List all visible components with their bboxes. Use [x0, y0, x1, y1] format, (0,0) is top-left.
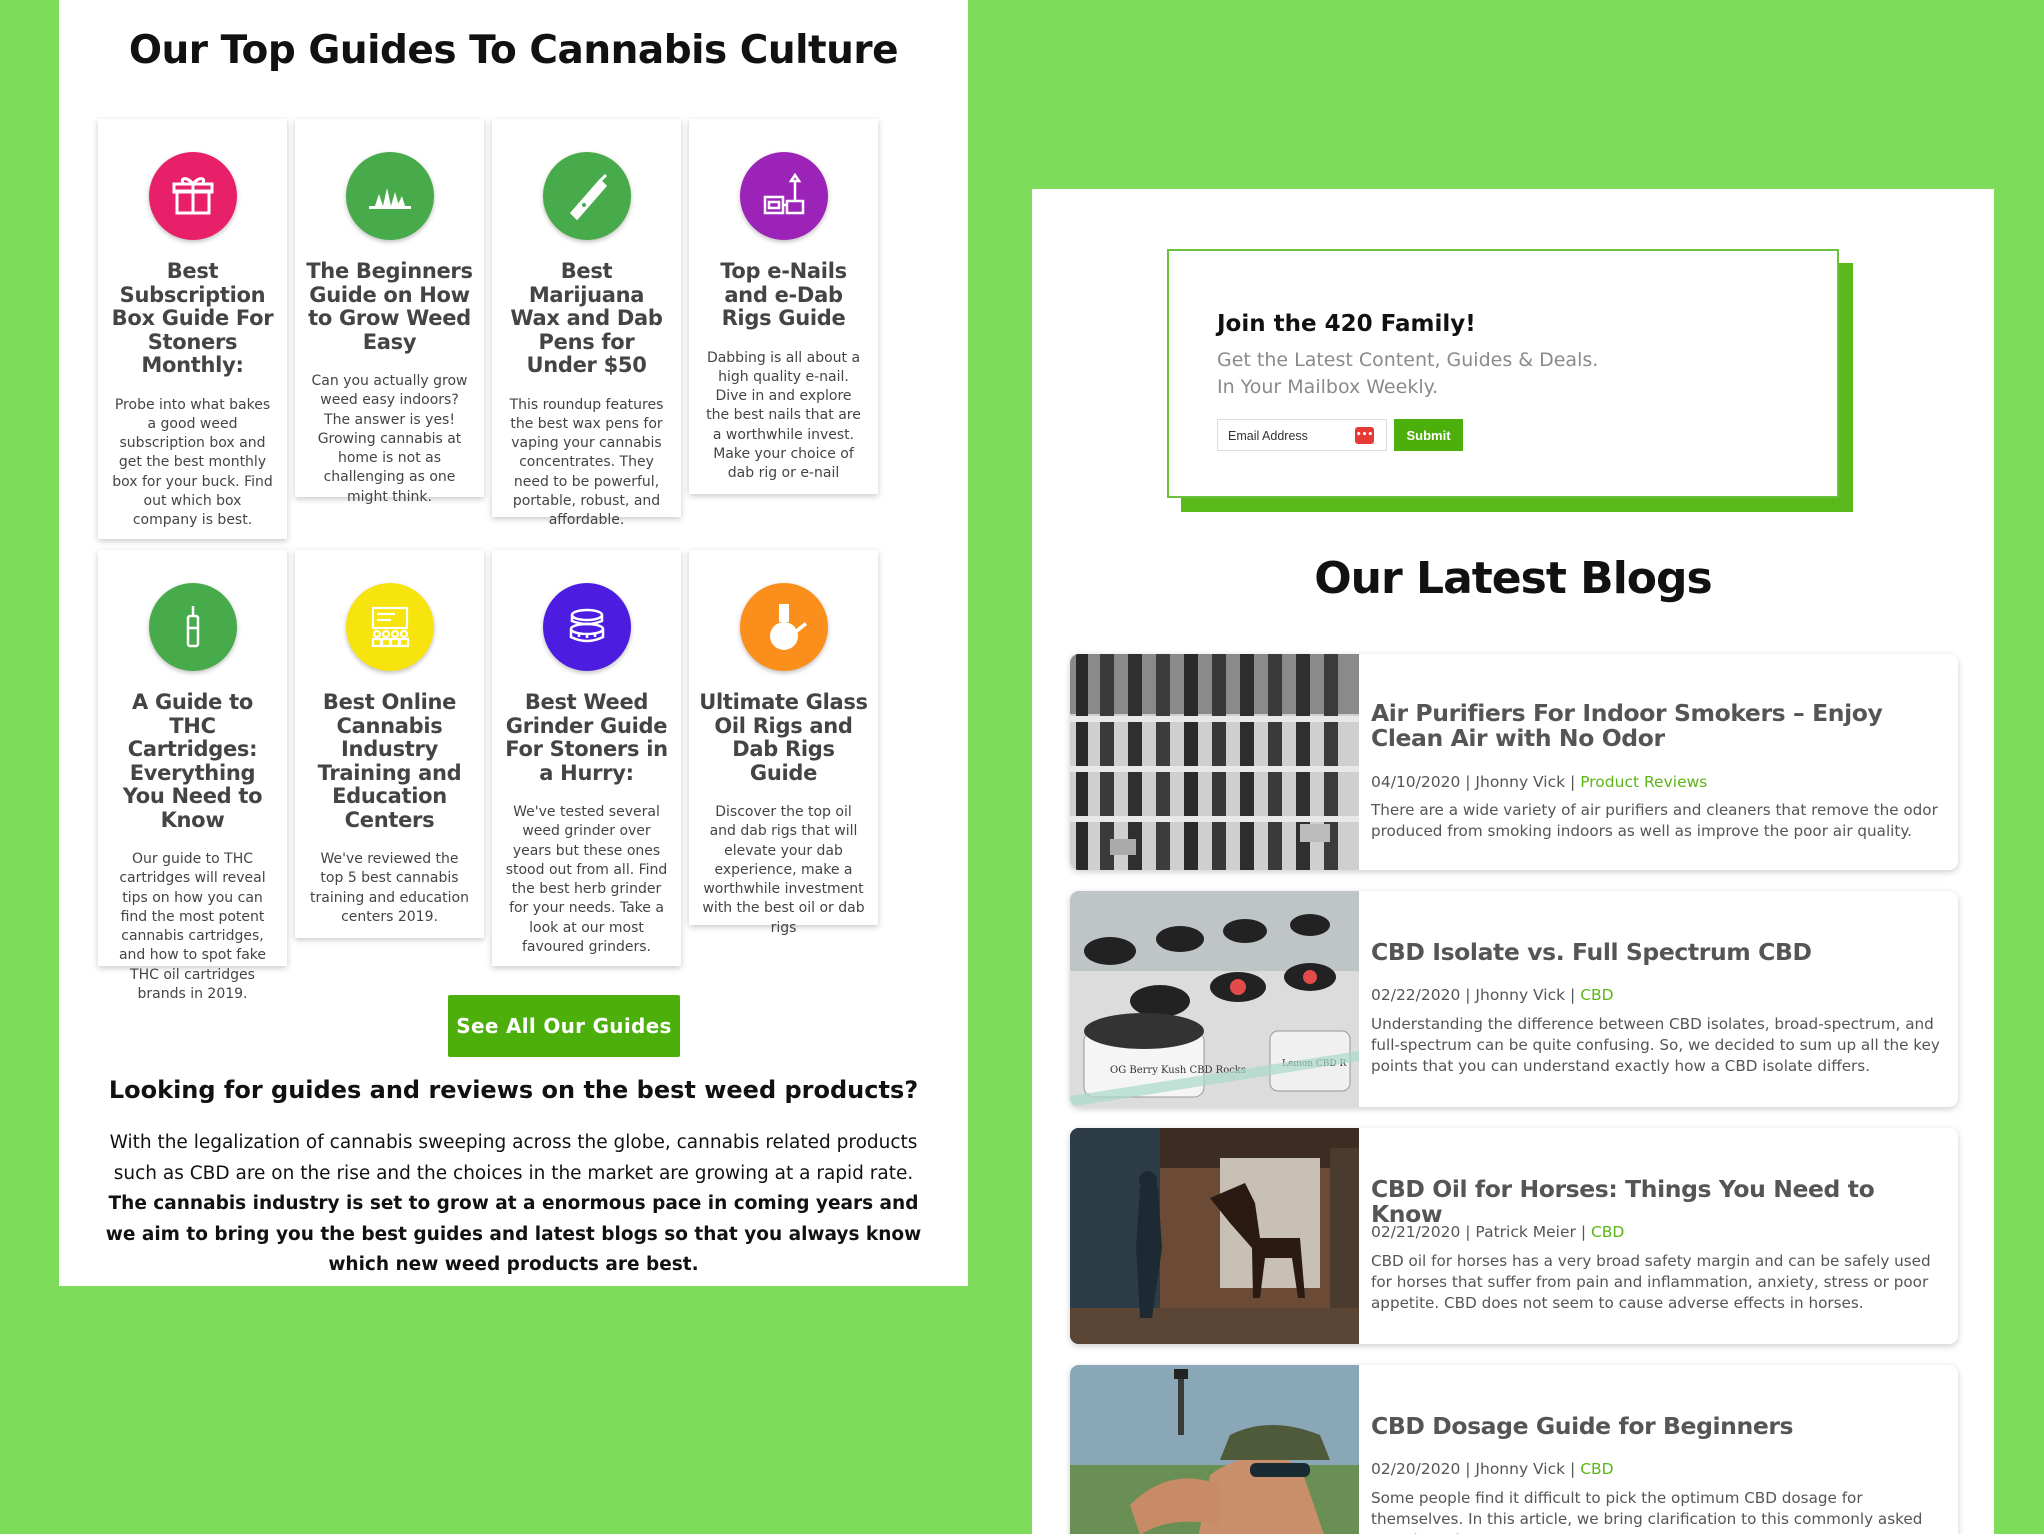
newsletter-box: Join the 420 Family! Get the Latest Cont…	[1167, 249, 1839, 498]
enail-rig-icon	[739, 152, 828, 240]
guide-card-desc: Probe into what bakes a good weed subscr…	[112, 396, 273, 529]
blog-date: 02/22/2020	[1371, 986, 1461, 1004]
guide-card-title: The Beginners Guide on How to Grow Weed …	[306, 259, 473, 354]
guide-card-grow-weed[interactable]: The Beginners Guide on How to Grow Weed …	[295, 119, 484, 505]
blog-category-link[interactable]: Product Reviews	[1580, 773, 1707, 791]
guide-card-desc: Our guide to THC cartridges will reveal …	[118, 851, 267, 1003]
guides-heading: Our Top Guides To Cannabis Culture	[128, 28, 899, 73]
guide-card-oil-rigs[interactable]: Ultimate Glass Oil Rigs and Dab Rigs Gui…	[689, 550, 878, 936]
building-facade-photo[interactable]	[1070, 654, 1359, 870]
blog-excerpt: Understanding the difference between CBD…	[1371, 1015, 1940, 1075]
newsletter-title: Join the 420 Family!	[1217, 311, 1476, 337]
cartridge-icon	[148, 583, 237, 671]
intro-paragraph-normal: With the legalization of cannabis sweepi…	[109, 1132, 918, 1184]
guide-card-desc: Can you actually grow weed easy indoors?…	[311, 373, 468, 505]
blog-title[interactable]: Air Purifiers For Indoor Smokers – Enjoy…	[1371, 701, 1946, 751]
blog-author[interactable]: Jhonny Vick	[1475, 986, 1565, 1004]
cbd-jars-photo[interactable]: OG Berry Kush CBD Rocks Lemon CBD R	[1070, 891, 1359, 1107]
vape-pen-icon	[542, 152, 631, 240]
guide-card-title: Best Online Cannabis Industry Training a…	[317, 690, 462, 832]
password-manager-icon[interactable]: •••	[1355, 427, 1374, 444]
guide-card-title: A Guide to THC Cartridges: Everything Yo…	[122, 690, 263, 832]
guide-card-desc: We've reviewed the top 5 best cannabis t…	[310, 851, 469, 925]
blog-card[interactable]: CBD Oil for Horses: Things You Need to K…	[1070, 1128, 1958, 1344]
blog-meta: 02/22/2020 | Jhonny Vick | CBD	[1371, 986, 1614, 1004]
guide-card-title: Best Subscription Box Guide For Stoners …	[111, 259, 274, 377]
blog-title[interactable]: CBD Isolate vs. Full Spectrum CBD	[1371, 940, 1946, 965]
blog-title[interactable]: CBD Oil for Horses: Things You Need to K…	[1371, 1177, 1946, 1227]
guide-card-dab-pens[interactable]: Best Marijuana Wax and Dab Pens for Unde…	[492, 119, 681, 528]
blog-author[interactable]: Patrick Meier	[1475, 1223, 1575, 1241]
email-field[interactable]: •••	[1217, 419, 1387, 452]
blog-excerpt: There are a wide variety of air purifier…	[1371, 801, 1938, 840]
blog-category-link[interactable]: CBD	[1580, 986, 1613, 1004]
guide-card-desc: This roundup features the best wax pens …	[509, 396, 664, 529]
guide-card-grinder[interactable]: Best Weed Grinder Guide For Stoners in a…	[492, 550, 681, 966]
guide-card-training[interactable]: Best Online Cannabis Industry Training a…	[295, 550, 484, 938]
submit-button[interactable]: Submit	[1394, 419, 1463, 451]
blog-category-link[interactable]: CBD	[1580, 1460, 1613, 1478]
guide-card-thc-cartridges[interactable]: A Guide to THC Cartridges: Everything Yo…	[98, 550, 287, 1002]
guide-card-desc: Discover the top oil and dab rigs that w…	[702, 804, 865, 936]
guide-card-subscription-box[interactable]: Best Subscription Box Guide For Stoners …	[98, 119, 287, 539]
blog-author[interactable]: Jhonny Vick	[1475, 773, 1565, 791]
blog-card[interactable]: CBD Dosage Guide for Beginners 02/20/202…	[1070, 1365, 1958, 1534]
guide-card-title: Top e-Nails and e-Dab Rigs Guide	[720, 259, 847, 330]
guide-card-title: Best Weed Grinder Guide For Stoners in a…	[505, 690, 668, 785]
blog-meta: 02/20/2020 | Jhonny Vick | CBD	[1371, 1460, 1614, 1478]
intro-paragraph: With the legalization of cannabis sweepi…	[93, 1128, 934, 1281]
training-board-icon	[345, 583, 434, 671]
blog-card[interactable]: OG Berry Kush CBD Rocks Lemon CBD R CBD …	[1070, 891, 1958, 1107]
guide-card-title: Ultimate Glass Oil Rigs and Dab Rigs Gui…	[699, 690, 868, 785]
newsletter-subtitle-line1: Get the Latest Content, Guides & Deals.	[1217, 349, 1599, 371]
man-dropper-photo[interactable]	[1070, 1365, 1359, 1534]
grinder-icon	[542, 583, 631, 671]
guide-card-enails[interactable]: Top e-Nails and e-Dab Rigs Guide Dabbing…	[689, 119, 878, 494]
blog-panel: Join the 420 Family! Get the Latest Cont…	[1032, 189, 1994, 1534]
guide-card-desc: We've tested several weed grinder over y…	[505, 804, 668, 956]
newsletter-subtitle-line2: In Your Mailbox Weekly.	[1217, 376, 1439, 398]
bong-icon	[739, 583, 828, 671]
gift-icon	[148, 152, 237, 240]
blog-category-link[interactable]: CBD	[1591, 1223, 1624, 1241]
blog-meta: 02/21/2020 | Patrick Meier | CBD	[1371, 1223, 1625, 1241]
see-all-guides-button[interactable]: See All Our Guides	[448, 995, 680, 1057]
intro-paragraph-bold: The cannabis industry is set to grow at …	[105, 1193, 922, 1275]
blog-excerpt: CBD oil for horses has a very broad safe…	[1371, 1252, 1931, 1312]
guide-card-desc: Dabbing is all about a high quality e-na…	[706, 349, 861, 482]
horse-stable-photo[interactable]	[1070, 1128, 1359, 1344]
blog-date: 02/21/2020	[1371, 1223, 1461, 1241]
blog-author[interactable]: Jhonny Vick	[1475, 1460, 1565, 1478]
blog-excerpt: Some people find it difficult to pick th…	[1371, 1489, 1923, 1534]
products-subheading: Looking for guides and reviews on the be…	[108, 1076, 919, 1104]
email-input[interactable]	[1226, 420, 1360, 452]
plant-sprout-icon	[345, 152, 434, 240]
guide-card-title: Best Marijuana Wax and Dab Pens for Unde…	[510, 259, 663, 377]
blog-date: 04/10/2020	[1371, 773, 1461, 791]
latest-blogs-heading: Our Latest Blogs	[1314, 553, 1712, 604]
guides-panel: Our Top Guides To Cannabis Culture Best …	[59, 0, 968, 1286]
blog-meta: 04/10/2020 | Jhonny Vick | Product Revie…	[1371, 773, 1708, 791]
blog-date: 02/20/2020	[1371, 1460, 1461, 1478]
blog-card[interactable]: Air Purifiers For Indoor Smokers – Enjoy…	[1070, 654, 1958, 870]
blog-title[interactable]: CBD Dosage Guide for Beginners	[1371, 1414, 1946, 1439]
